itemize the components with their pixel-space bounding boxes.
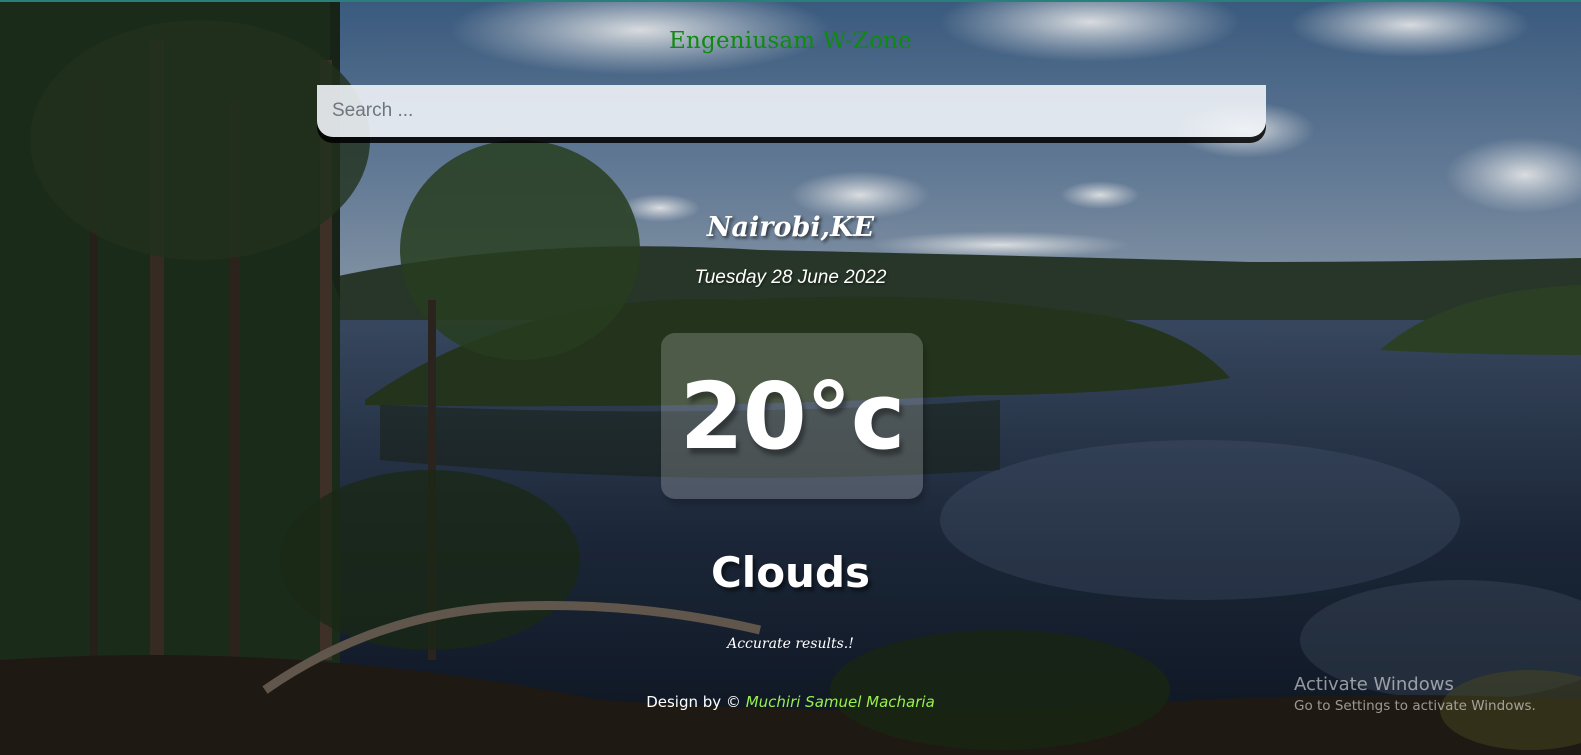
search-bar — [317, 85, 1266, 137]
current-date: Tuesday 28 June 2022 — [694, 267, 887, 288]
location-name: Nairobi,KE — [706, 212, 875, 243]
windows-activation-watermark: Activate Windows Go to Settings to activ… — [1294, 674, 1536, 714]
credit-prefix: Design by © — [646, 693, 746, 711]
accuracy-note: Accurate results.! — [727, 636, 854, 652]
watermark-title: Activate Windows — [1294, 674, 1454, 695]
search-input[interactable] — [317, 85, 1266, 137]
temperature-value: 20°c — [679, 362, 906, 470]
author-name: Muchiri Samuel Macharia — [745, 693, 935, 711]
top-border — [0, 0, 1581, 2]
temperature-card: 20°c — [661, 333, 923, 499]
watermark-subtitle: Go to Settings to activate Windows. — [1294, 698, 1536, 714]
weather-condition: Clouds — [710, 548, 871, 597]
brand-title: Engeniusam W-Zone — [669, 28, 912, 54]
